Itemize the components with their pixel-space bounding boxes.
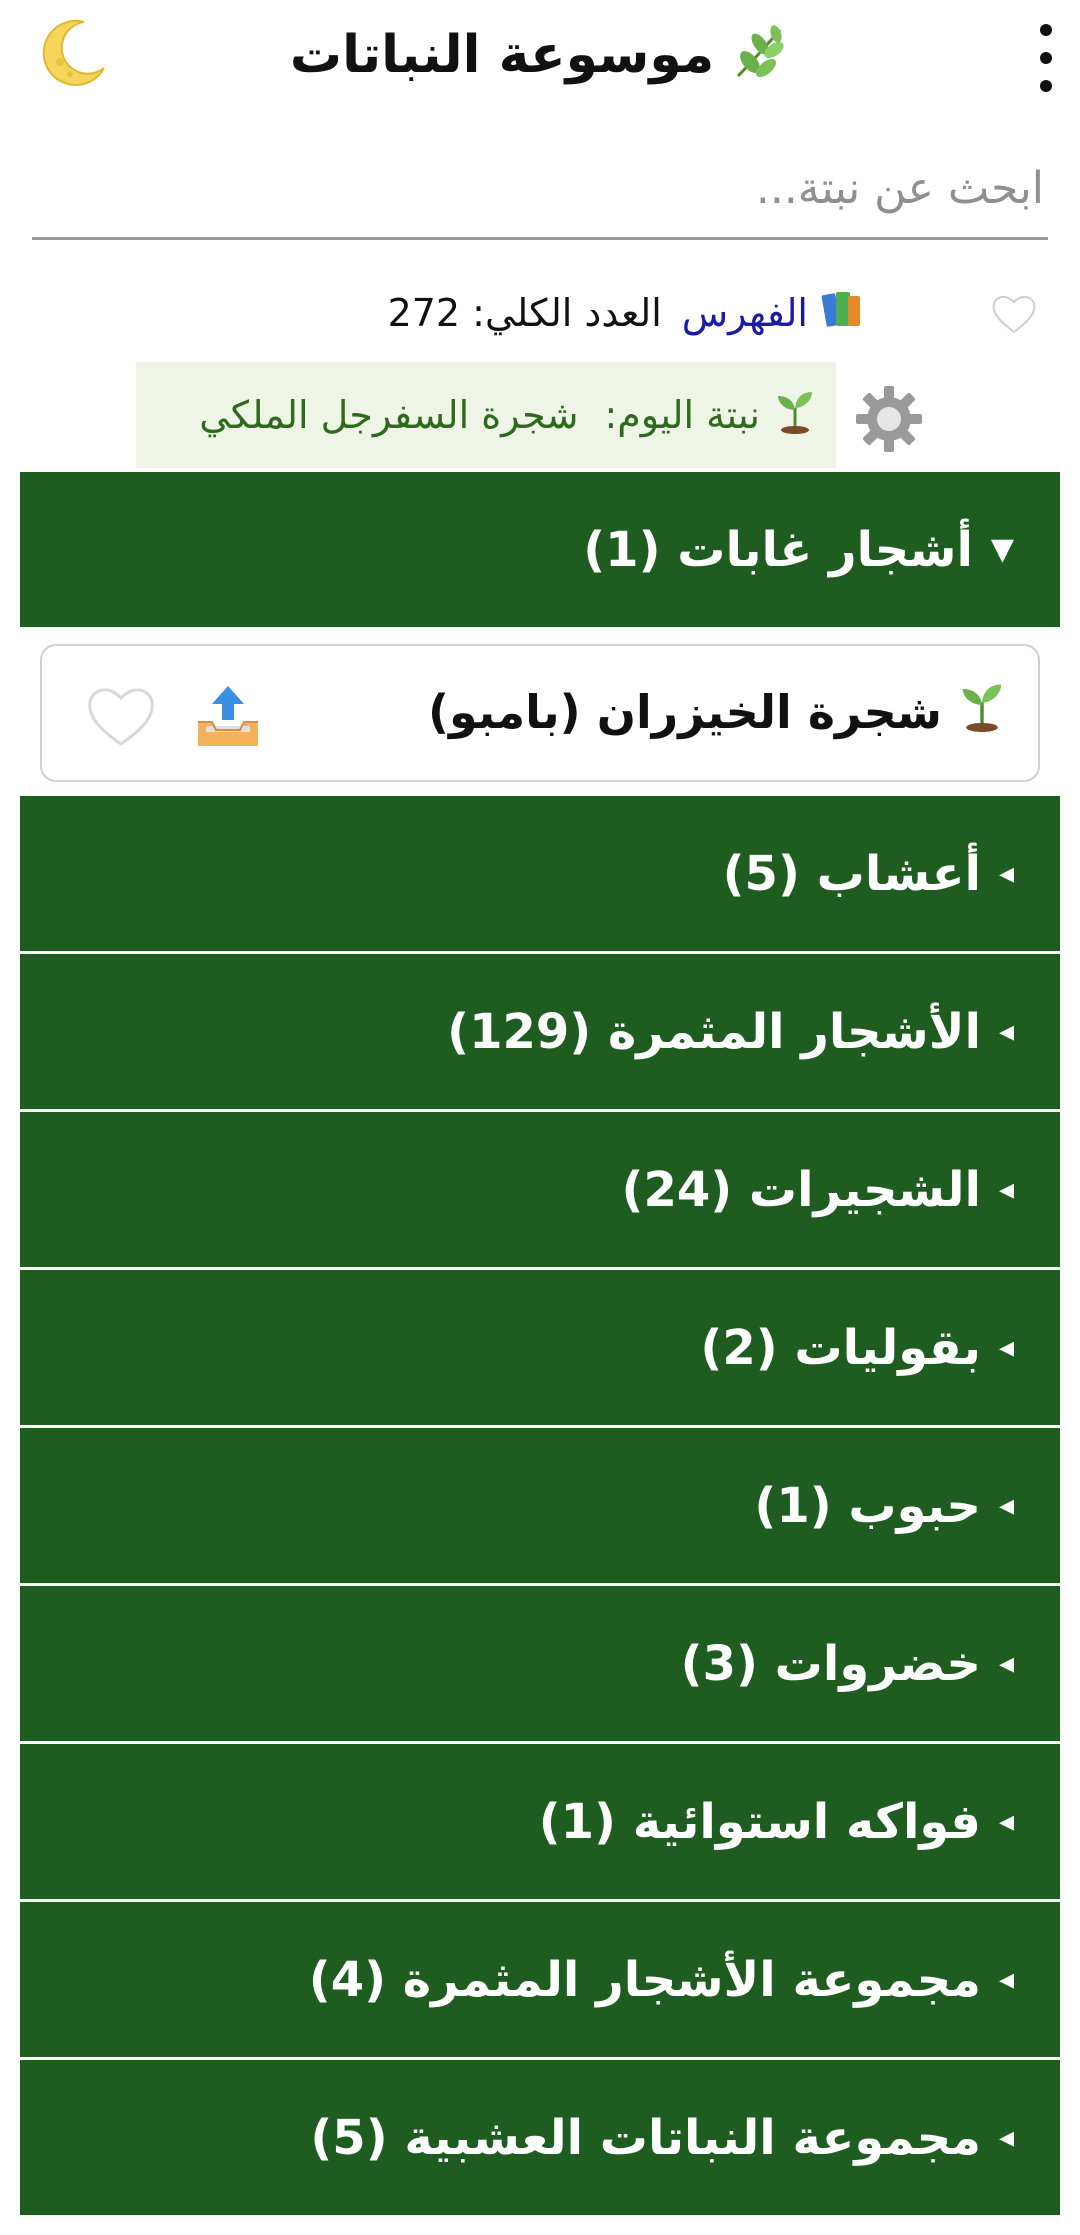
seedling-icon bbox=[956, 680, 1008, 743]
collapsed-arrow-icon: ◂ bbox=[998, 1014, 1014, 1049]
category-header-grains[interactable]: ◂ حبوب (1) bbox=[20, 1428, 1060, 1586]
category-header-shrubs[interactable]: ◂ الشجيرات (24) bbox=[20, 1112, 1060, 1270]
collapsed-arrow-icon: ◂ bbox=[998, 1962, 1014, 1997]
category-header-forest-trees[interactable]: ▼ أشجار غابات (1) bbox=[20, 472, 1060, 630]
category-label: خضروات (3) bbox=[680, 1635, 981, 1692]
plant-name: شجرة الخيزران (بامبو) bbox=[428, 684, 942, 739]
app-title: موسوعة النباتات bbox=[289, 25, 715, 85]
category-header-fruit-tree-group[interactable]: ◂ مجموعة الأشجار المثمرة (4) bbox=[20, 1902, 1060, 2060]
category-label: أشجار غابات (1) bbox=[583, 521, 973, 578]
category-header-fruit-trees[interactable]: ◂ الأشجار المثمرة (129) bbox=[20, 954, 1060, 1112]
category-label: مجموعة الأشجار المثمرة (4) bbox=[308, 1951, 981, 2008]
category-label: فواكه استوائية (1) bbox=[538, 1793, 981, 1850]
collapsed-arrow-icon: ◂ bbox=[998, 856, 1014, 891]
search-input[interactable] bbox=[32, 150, 1048, 240]
category-list: ▼ أشجار غابات (1) شجرة الخيزران (بامبو) bbox=[20, 472, 1060, 2218]
favorites-heart-icon[interactable] bbox=[990, 290, 1038, 338]
title-group: موسوعة النباتات bbox=[0, 22, 1080, 88]
collapsed-arrow-icon: ◂ bbox=[998, 1172, 1014, 1207]
category-header-legumes[interactable]: ◂ بقوليات (2) bbox=[20, 1270, 1060, 1428]
category-label: الأشجار المثمرة (129) bbox=[447, 1003, 981, 1060]
category-label: بقوليات (2) bbox=[700, 1319, 981, 1376]
favorite-heart-icon[interactable] bbox=[86, 684, 156, 748]
category-label: الشجيرات (24) bbox=[621, 1161, 981, 1218]
gear-icon[interactable] bbox=[854, 384, 924, 454]
category-label: حبوب (1) bbox=[754, 1477, 981, 1534]
app-screen: موسوعة النباتات ابحث عن نبتة... الفهرس ا… bbox=[0, 0, 1080, 2235]
crescent-moon-icon[interactable] bbox=[34, 16, 110, 92]
category-header-herbaceous-group[interactable]: ◂ مجموعة النباتات العشبية (5) bbox=[20, 2060, 1060, 2218]
plant-of-day-label: نبتة اليوم: bbox=[604, 393, 760, 437]
category-header-herbs[interactable]: ◂ أعشاب (5) bbox=[20, 796, 1060, 954]
app-header: موسوعة النباتات bbox=[0, 0, 1080, 120]
total-count: العدد الكلي: 272 bbox=[387, 290, 662, 335]
index-group: الفهرس العدد الكلي: 272 bbox=[388, 286, 866, 339]
category-label: أعشاب (5) bbox=[722, 845, 981, 902]
collapsed-arrow-icon: ◂ bbox=[998, 1646, 1014, 1681]
category-header-tropical-fruits[interactable]: ◂ فواكه استوائية (1) bbox=[20, 1744, 1060, 1902]
plant-card[interactable]: شجرة الخيزران (بامبو) bbox=[40, 644, 1040, 782]
share-tray-icon[interactable] bbox=[192, 682, 264, 752]
index-row: الفهرس العدد الكلي: 272 bbox=[0, 282, 1080, 346]
category-header-vegetables[interactable]: ◂ خضروات (3) bbox=[20, 1586, 1060, 1744]
plant-of-day-box[interactable]: نبتة اليوم: شجرة السفرجل الملكي bbox=[136, 362, 836, 468]
books-icon bbox=[820, 286, 866, 339]
expanded-arrow-icon: ▼ bbox=[990, 532, 1014, 567]
herb-icon bbox=[728, 22, 790, 88]
collapsed-arrow-icon: ◂ bbox=[998, 1488, 1014, 1523]
index-link[interactable]: الفهرس bbox=[682, 291, 808, 335]
collapsed-arrow-icon: ◂ bbox=[998, 2120, 1014, 2155]
plant-name-group: شجرة الخيزران (بامبو) bbox=[428, 680, 1008, 743]
plant-of-day-name[interactable]: شجرة السفرجل الملكي bbox=[199, 393, 578, 437]
seedling-icon bbox=[772, 388, 818, 443]
plant-of-day-row: نبتة اليوم: شجرة السفرجل الملكي bbox=[0, 360, 1080, 470]
collapsed-arrow-icon: ◂ bbox=[998, 1330, 1014, 1365]
category-label: مجموعة النباتات العشبية (5) bbox=[310, 2109, 981, 2166]
collapsed-arrow-icon: ◂ bbox=[998, 1804, 1014, 1839]
